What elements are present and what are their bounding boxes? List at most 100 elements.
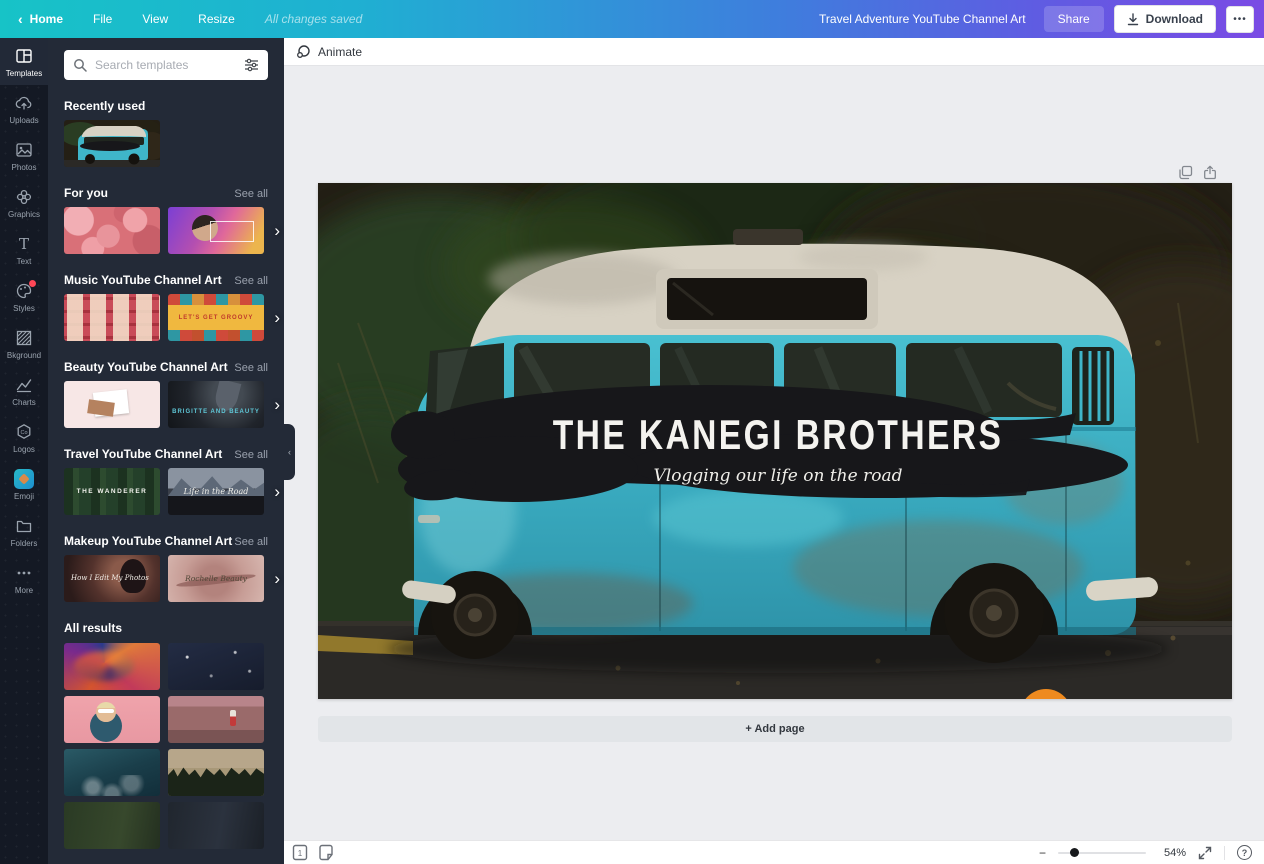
zoom-slider[interactable] — [1058, 852, 1146, 854]
export-page-icon[interactable] — [1203, 165, 1218, 180]
canvas-area: THE KANEGI BROTHERS Vlogging our life on… — [284, 66, 1264, 840]
template-thumb-mountain-road[interactable]: Life in the Road — [168, 468, 264, 515]
sidebar-item-uploads[interactable]: Uploads — [0, 85, 48, 132]
sidebar-label: Graphics — [8, 210, 40, 219]
chevron-right-icon[interactable]: › — [274, 395, 280, 415]
sidebar-item-emoji[interactable]: Emoji — [0, 461, 48, 508]
template-thumb-forest[interactable]: THE WANDERER — [64, 468, 160, 515]
sidebar-item-photos[interactable]: Photos — [0, 132, 48, 179]
thumb-text: THE WANDERER — [64, 468, 160, 515]
template-thumb-cassettes-yellow[interactable]: LET'S GET GROOVY — [168, 294, 264, 341]
sidebar-item-templates[interactable]: Templates — [0, 38, 48, 85]
text-icon: T — [14, 234, 34, 254]
sidebar-item-styles[interactable]: Styles — [0, 273, 48, 320]
share-button[interactable]: Share — [1044, 6, 1104, 32]
search-icon — [73, 58, 87, 72]
chevron-left-icon: ‹ — [288, 447, 291, 457]
download-icon — [1127, 13, 1139, 26]
template-thumb-desert[interactable] — [168, 696, 264, 743]
zoom-slider-knob[interactable] — [1070, 848, 1079, 857]
see-all-for-you[interactable]: See all — [234, 188, 268, 200]
emoji-icon — [14, 469, 34, 489]
notes-icon[interactable] — [318, 844, 334, 861]
section-title-recent: Recently used — [64, 99, 145, 113]
section-title-for-you: For you — [64, 186, 108, 200]
more-icon — [14, 563, 34, 583]
chevron-right-icon[interactable]: › — [274, 569, 280, 589]
sidebar-item-text[interactable]: T Text — [0, 226, 48, 273]
template-thumb-roses[interactable] — [64, 207, 160, 254]
home-button[interactable]: ‹ Home — [18, 12, 63, 26]
see-all-travel[interactable]: See all — [234, 449, 268, 461]
add-page-button[interactable]: + Add page — [318, 716, 1232, 742]
duplicate-page-icon[interactable] — [1178, 165, 1193, 180]
background-icon — [14, 328, 34, 348]
thumb-text: BRIGITTE AND BEAUTY — [168, 381, 264, 428]
menu-file[interactable]: File — [93, 12, 112, 26]
document-title[interactable]: Travel Adventure YouTube Channel Art — [819, 12, 1026, 26]
section-title-beauty: Beauty YouTube Channel Art — [64, 360, 228, 374]
animate-icon — [296, 44, 311, 59]
sidebar-label: Charts — [12, 398, 36, 407]
template-thumb-makeup-portrait[interactable]: How I Edit My Photos — [64, 555, 160, 602]
sidebar-item-logos[interactable]: Co Logos — [0, 414, 48, 461]
animate-button[interactable]: Animate — [318, 45, 362, 59]
design-title-text: THE KANEGI BROTHERS — [553, 413, 1004, 459]
template-thumb-marble[interactable] — [64, 643, 160, 690]
sidebar-item-folders[interactable]: Folders — [0, 508, 48, 555]
sidebar-item-background[interactable]: Bkground — [0, 320, 48, 367]
canva-editor: ‹ Home File View Resize All changes save… — [0, 0, 1264, 864]
template-thumb-gradient-frame[interactable] — [168, 207, 264, 254]
download-button[interactable]: Download — [1114, 5, 1216, 33]
sidebar-label: Folders — [11, 539, 38, 548]
see-all-music[interactable]: See all — [234, 275, 268, 287]
see-all-makeup[interactable]: See all — [234, 536, 268, 548]
page-manager-icon[interactable]: 1 — [292, 844, 308, 861]
menu-view[interactable]: View — [142, 12, 168, 26]
template-thumb-starry[interactable] — [168, 643, 264, 690]
thumb-text: LET'S GET GROOVY — [168, 294, 264, 341]
template-thumb-pink-person[interactable] — [64, 696, 160, 743]
template-thumb-beauty-collage[interactable] — [64, 381, 160, 428]
template-thumb-treeline[interactable] — [168, 749, 264, 796]
canvas-toolbar: Animate — [284, 38, 1264, 66]
help-button[interactable]: ? — [1237, 845, 1252, 860]
chevron-right-icon[interactable]: › — [274, 308, 280, 328]
template-thumb-ocean[interactable] — [64, 749, 160, 796]
section-title-makeup: Makeup YouTube Channel Art — [64, 534, 232, 548]
all-results-grid — [64, 643, 268, 849]
logos-icon: Co — [14, 422, 34, 442]
menu-resize[interactable]: Resize — [198, 12, 235, 26]
templates-icon — [14, 46, 34, 66]
sidebar-rail: Templates Uploads Photos Grap — [0, 38, 48, 864]
search-input[interactable] — [95, 58, 236, 72]
sidebar-label: Styles — [13, 304, 35, 313]
uploads-icon — [14, 93, 34, 113]
filter-icon[interactable] — [244, 58, 259, 72]
sidebar-item-charts[interactable]: Charts — [0, 367, 48, 414]
sidebar-item-more[interactable]: More — [0, 555, 48, 602]
design-subtitle-text: Vlogging our life on the road — [654, 466, 903, 486]
template-thumb-cassettes-red[interactable] — [64, 294, 160, 341]
template-thumb-recent-bus[interactable] — [64, 120, 160, 167]
bus-design-image: THE KANEGI BROTHERS Vlogging our life on… — [318, 183, 1232, 699]
template-thumb-partial-1[interactable] — [64, 802, 160, 849]
zoom-level: 54% — [1158, 847, 1186, 859]
sidebar-item-graphics[interactable]: Graphics — [0, 179, 48, 226]
template-thumb-lips[interactable]: Rochelle Beauty — [168, 555, 264, 602]
styles-badge — [29, 280, 36, 287]
back-chevron-icon: ‹ — [18, 12, 23, 26]
mini-bus-thumbnail — [64, 120, 160, 167]
zoom-out-button[interactable]: − — [1039, 846, 1046, 860]
design-page[interactable]: THE KANEGI BROTHERS Vlogging our life on… — [318, 183, 1232, 699]
template-thumb-partial-2[interactable] — [168, 802, 264, 849]
see-all-beauty[interactable]: See all — [234, 362, 268, 374]
section-title-travel: Travel YouTube Channel Art — [64, 447, 222, 461]
panel-collapse-tab[interactable]: ‹ — [284, 424, 295, 480]
header-more-button[interactable]: ••• — [1226, 6, 1254, 33]
chevron-right-icon[interactable]: › — [274, 482, 280, 502]
sidebar-label: Photos — [12, 163, 37, 172]
chevron-right-icon[interactable]: › — [274, 221, 280, 241]
template-thumb-beauty-portrait[interactable]: BRIGITTE AND BEAUTY — [168, 381, 264, 428]
fullscreen-icon[interactable] — [1198, 846, 1212, 860]
